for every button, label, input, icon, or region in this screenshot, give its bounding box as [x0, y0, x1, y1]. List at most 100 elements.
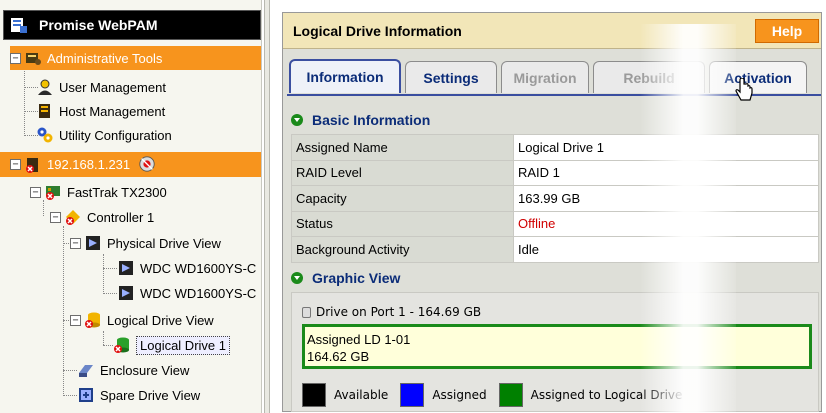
graphic-view-header[interactable]: Graphic View [291, 265, 819, 290]
tree-item-label: 192.168.1.231 [47, 157, 131, 172]
logical-drive-icon [113, 336, 131, 354]
tab-information[interactable]: Information [289, 59, 401, 93]
row-key: Assigned Name [291, 134, 514, 161]
info-table: Assigned Name Logical Drive 1 RAID Level… [291, 134, 819, 263]
adapter-error-icon [44, 183, 62, 201]
admin-tools-icon [24, 49, 42, 67]
enclosure-icon [77, 361, 95, 379]
tab-settings[interactable]: Settings [405, 61, 497, 93]
controller-error-icon [64, 208, 82, 226]
legend-assigned-to-ld: Assigned to Logical Drive [498, 383, 683, 407]
tree-item-label: Enclosure View [100, 362, 190, 378]
panel-title: Logical Drive Information [293, 22, 462, 39]
collapse-section-icon[interactable] [291, 113, 303, 126]
tree-item-host-management[interactable]: Host Management [36, 99, 165, 123]
collapse-icon[interactable]: − [10, 52, 21, 64]
gears-icon [36, 126, 54, 144]
physical-drive-icon [84, 234, 102, 252]
collapse-icon[interactable]: − [50, 211, 61, 223]
ld-name: Assigned LD 1-01 [307, 332, 411, 347]
tree-item-label: User Management [59, 79, 166, 95]
help-button[interactable]: Help [755, 19, 819, 43]
tree-item-logical-drive-view[interactable]: − Logical Drive View [70, 308, 214, 332]
tab-activation[interactable]: Activation [709, 61, 807, 93]
tree-item-administrative-tools[interactable]: − Administrative Tools [10, 46, 261, 70]
tree-item-utility-configuration[interactable]: Utility Configuration [36, 123, 172, 147]
host-icon [36, 102, 54, 120]
spare-drive-icon [77, 386, 95, 404]
tree-item-physical-drive-view[interactable]: − Physical Drive View [70, 231, 221, 255]
hard-disk-icon [117, 284, 135, 302]
ld-size: 164.62 GB [307, 349, 370, 364]
drive-port-label: Drive on Port 1 - 164.69 GB [302, 305, 481, 319]
section-title: Basic Information [312, 111, 431, 128]
refresh-globe-icon[interactable] [138, 155, 158, 175]
tab-migration[interactable]: Migration [501, 61, 589, 93]
logical-drive-view-icon [84, 311, 102, 329]
legend-swatch [498, 383, 523, 407]
tree-item-label: Controller 1 [87, 209, 155, 225]
tree-item-label: WDC WD1600YS-C [140, 260, 257, 276]
tree-item-label: Spare Drive View [100, 387, 201, 403]
collapse-icon[interactable]: − [70, 314, 81, 326]
user-icon [36, 78, 54, 96]
graphic-view-box: Drive on Port 1 - 164.69 GB Assigned LD … [291, 292, 819, 412]
tree-item-physical-drive-2[interactable]: WDC WD1600YS-C [117, 281, 256, 305]
legend-label: Assigned [432, 388, 487, 402]
legend-swatch [302, 383, 326, 407]
row-key: Capacity [291, 185, 514, 212]
legend-swatch [400, 383, 425, 407]
legend-label: Available [334, 388, 389, 402]
tree-item-label: WDC WD1600YS-C [140, 285, 257, 301]
row-value: Logical Drive 1 [513, 134, 819, 161]
legend-available: Available [302, 383, 388, 407]
content-frame: Logical Drive Information Help Informati… [282, 12, 822, 412]
table-row: Status Offline [291, 210, 819, 237]
status-value: Offline [513, 210, 819, 237]
webpam-logo-icon [10, 16, 28, 34]
tree-item-user-management[interactable]: User Management [36, 75, 166, 99]
tree-item-label: FastTrak TX2300 [67, 184, 167, 200]
collapse-icon[interactable]: − [10, 159, 21, 170]
row-value: 163.99 GB [513, 185, 819, 212]
tab-rebuild[interactable]: Rebuild [593, 61, 705, 93]
legend-assigned: Assigned [400, 383, 487, 407]
tree-panel: Promise WebPAM − Administrative Tools Us… [0, 0, 262, 413]
tree-title-bar: Promise WebPAM [3, 10, 261, 40]
hard-disk-icon [117, 259, 135, 277]
tree-item-physical-drive-1[interactable]: WDC WD1600YS-C [117, 256, 256, 280]
basic-info-header[interactable]: Basic Information [291, 107, 819, 132]
row-key: RAID Level [291, 159, 514, 186]
tree-item-label: Administrative Tools [47, 50, 163, 66]
tree-item-spare-drive-view[interactable]: Spare Drive View [77, 383, 200, 407]
disk-icon [302, 306, 311, 318]
tree-item-logical-drive-1[interactable]: Logical Drive 1 [113, 333, 230, 357]
legend-label: Assigned to Logical Drive [530, 388, 683, 402]
row-value: Idle [513, 236, 819, 263]
table-row: RAID Level RAID 1 [291, 159, 819, 186]
table-row: Capacity 163.99 GB [291, 185, 819, 212]
server-error-icon [24, 156, 42, 174]
collapse-icon[interactable]: − [30, 186, 41, 198]
tree-title: Promise WebPAM [39, 17, 158, 33]
tree-item-label: Logical Drive View [107, 312, 214, 328]
panel-divider[interactable] [264, 0, 270, 413]
collapse-section-icon[interactable] [291, 271, 303, 284]
tree-item-fasttrak[interactable]: − FastTrak TX2300 [30, 180, 167, 204]
row-value: RAID 1 [513, 159, 819, 186]
panel-header: Logical Drive Information Help [283, 13, 821, 49]
tree-item-controller[interactable]: − Controller 1 [50, 205, 154, 229]
content-panel: Logical Drive Information Help Informati… [272, 0, 826, 413]
tree-item-enclosure-view[interactable]: Enclosure View [77, 358, 189, 382]
collapse-icon[interactable]: − [70, 237, 81, 249]
row-key: Status [291, 210, 514, 237]
tree-item-label: Host Management [59, 103, 166, 119]
tree-item-host-ip[interactable]: − 192.168.1.231 [0, 152, 261, 177]
assigned-ld-bar[interactable]: Assigned LD 1-01 164.62 GB [302, 324, 812, 369]
tree-item-label: Utility Configuration [59, 127, 172, 143]
section-title: Graphic View [312, 269, 401, 286]
legend: Available Assigned Assigned to Logical D… [302, 383, 694, 407]
drive-port-text: Drive on Port 1 - 164.69 GB [316, 305, 482, 319]
tree-item-label: Physical Drive View [107, 235, 221, 251]
hand-cursor-icon [733, 77, 755, 104]
